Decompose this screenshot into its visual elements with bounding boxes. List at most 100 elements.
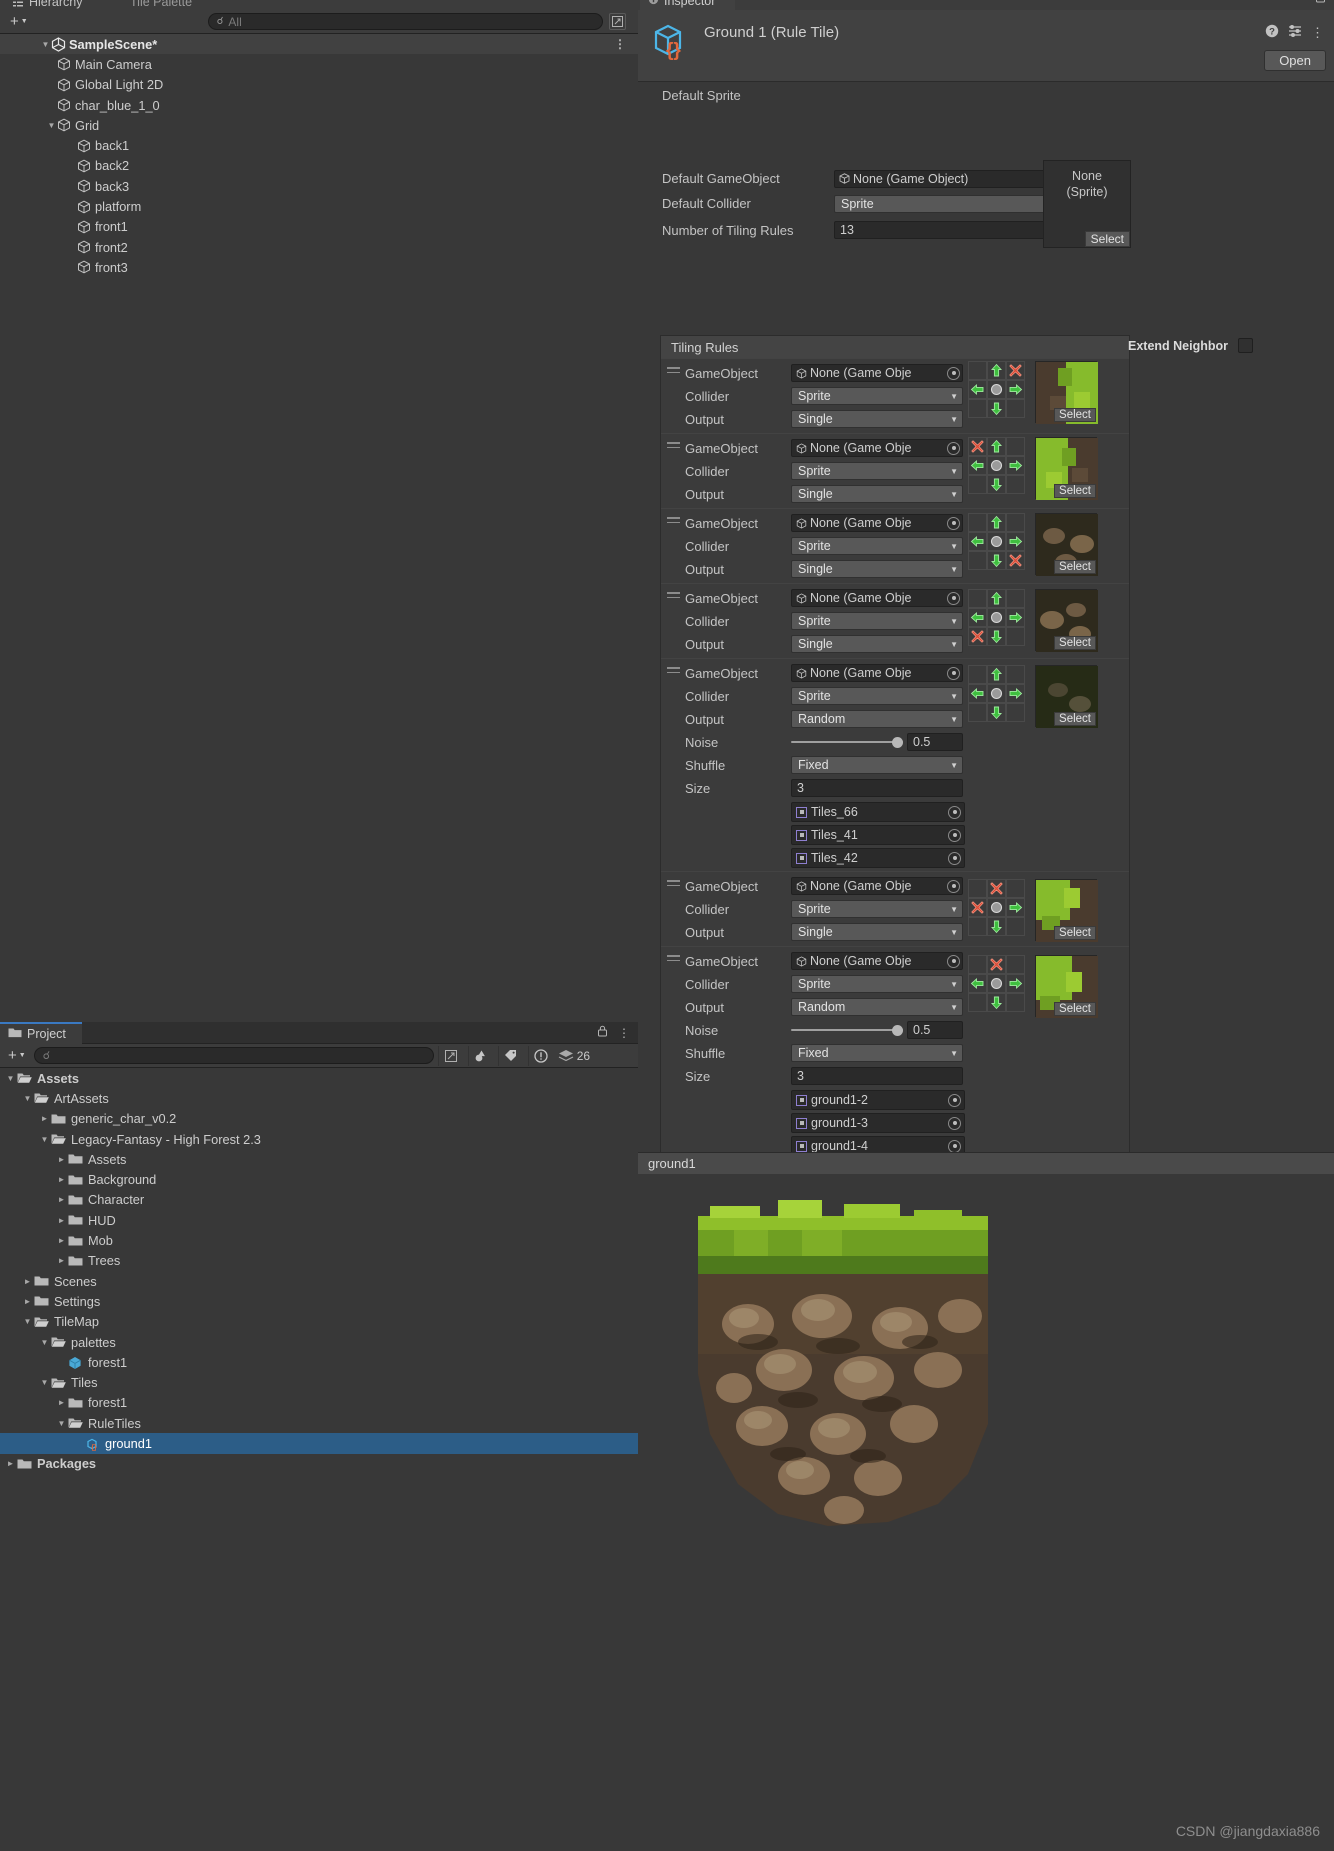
neighbor-empty-cell[interactable] [1006,589,1025,608]
rule-sprite-select-button[interactable]: Select [1054,1002,1096,1016]
twisty-icon[interactable]: ▼ [4,1074,17,1083]
twisty-icon[interactable]: ▼ [38,1378,51,1387]
drag-handle-icon[interactable] [667,367,680,375]
project-item-scenes[interactable]: ► Scenes [0,1271,638,1291]
project-item-settings[interactable]: ► Settings [0,1291,638,1311]
project-item-forest1[interactable]: ► forest1 [0,1352,638,1372]
rule-sprite-thumbnail[interactable]: Select [1035,361,1098,424]
rule-sprite-thumbnail[interactable]: Select [1035,879,1098,942]
neighbor-down-arrow-icon[interactable] [987,917,1006,936]
object-picker-icon[interactable] [947,366,960,380]
preset-icon[interactable] [1288,24,1302,41]
default-sprite-select-button[interactable]: Select [1084,231,1130,247]
rule-sprite-thumbnail[interactable]: Select [1035,513,1098,576]
project-filter-label-button[interactable] [497,1045,524,1066]
inspector-lock-icon[interactable] [1315,0,1326,6]
drag-handle-icon[interactable] [667,667,680,675]
project-item-assets[interactable]: ▼ Assets [0,1068,638,1088]
neighbor-ignore-x-icon[interactable] [968,898,987,917]
rule-sprite-field[interactable]: ground1-2 [791,1090,965,1110]
kebab-menu-icon[interactable]: ⋮ [614,37,626,51]
project-item-ground1[interactable]: ► {} ground1 [0,1433,638,1454]
rule-noise-value-input[interactable]: 0.5 [907,733,963,751]
twisty-icon[interactable]: ▼ [21,1094,34,1103]
neighbor-down-arrow-icon[interactable] [987,551,1006,570]
rule-collider-dropdown[interactable]: Sprite ▼ [791,612,963,630]
twisty-icon[interactable]: ► [55,1398,68,1407]
rule-gameobject-field[interactable]: None (Game Obje [791,664,963,682]
rule-gameobject-field[interactable]: None (Game Obje [791,439,963,457]
hierarchy-item-back3[interactable]: ► back3 [0,176,638,196]
neighbor-empty-cell[interactable] [968,665,987,684]
neighbor-up-arrow-icon[interactable] [987,589,1006,608]
rule-sprite-select-button[interactable]: Select [1054,926,1096,940]
twisty-icon[interactable]: ► [55,1155,68,1164]
rule-neighbor-grid[interactable] [968,513,1025,570]
hierarchy-add-button[interactable]: + ▼ [6,13,32,30]
hierarchy-item-back1[interactable]: ► back1 [0,135,638,155]
rule-collider-dropdown[interactable]: Sprite ▼ [791,387,963,405]
hierarchy-item-front3[interactable]: ► front3 [0,257,638,277]
rule-sprite-select-button[interactable]: Select [1054,636,1096,650]
neighbor-up-arrow-icon[interactable] [987,665,1006,684]
rule-output-dropdown[interactable]: Single ▼ [791,635,963,653]
neighbor-ignore-x-icon[interactable] [968,437,987,456]
neighbor-ignore-x-icon[interactable] [968,627,987,646]
neighbor-up-arrow-icon[interactable] [987,437,1006,456]
object-picker-icon[interactable] [948,828,961,842]
project-item-character[interactable]: ► Character [0,1190,638,1210]
rule-collider-dropdown[interactable]: Sprite ▼ [791,687,963,705]
neighbor-right-arrow-icon[interactable] [1006,532,1025,551]
rule-noise-value-input[interactable]: 0.5 [907,1021,963,1039]
neighbor-self-icon[interactable] [987,684,1006,703]
rule-shuffle-dropdown[interactable]: Fixed ▼ [791,756,963,774]
rule-size-input[interactable]: 3 [791,779,963,797]
neighbor-empty-cell[interactable] [968,513,987,532]
rule-sprite-field[interactable]: Tiles_41 [791,825,965,845]
rule-collider-dropdown[interactable]: Sprite ▼ [791,462,963,480]
rule-sprite-field[interactable]: Tiles_42 [791,848,965,868]
project-error-filter-button[interactable] [527,1045,554,1066]
project-item-palettes[interactable]: ▼ palettes [0,1332,638,1352]
twisty-icon[interactable]: ► [55,1195,68,1204]
rule-neighbor-grid[interactable] [968,955,1025,1012]
neighbor-self-icon[interactable] [987,532,1006,551]
tab-hierarchy[interactable]: Hierarchy [2,0,97,12]
rule-sprite-thumbnail[interactable]: Select [1035,955,1098,1018]
neighbor-left-arrow-icon[interactable] [968,380,987,399]
object-picker-icon[interactable] [948,1093,961,1107]
rule-size-input[interactable]: 3 [791,1067,963,1085]
neighbor-down-arrow-icon[interactable] [987,475,1006,494]
rule-sprite-field[interactable]: Tiles_66 [791,802,965,822]
neighbor-right-arrow-icon[interactable] [1006,684,1025,703]
rule-output-dropdown[interactable]: Random ▼ [791,998,963,1016]
twisty-icon[interactable]: ► [55,1216,68,1225]
neighbor-down-arrow-icon[interactable] [987,399,1006,418]
twisty-icon[interactable]: ▼ [38,1338,51,1347]
drag-handle-icon[interactable] [667,517,680,525]
hierarchy-item-platform[interactable]: ► platform [0,196,638,216]
rule-output-dropdown[interactable]: Single ▼ [791,410,963,428]
neighbor-left-arrow-icon[interactable] [968,456,987,475]
neighbor-left-arrow-icon[interactable] [968,974,987,993]
neighbor-right-arrow-icon[interactable] [1006,608,1025,627]
project-item-hud[interactable]: ► HUD [0,1210,638,1230]
project-item-generic-char-v0-2[interactable]: ► generic_char_v0.2 [0,1109,638,1129]
neighbor-ignore-x-icon[interactable] [987,879,1006,898]
neighbor-empty-cell[interactable] [968,361,987,380]
object-picker-icon[interactable] [947,591,960,605]
neighbor-empty-cell[interactable] [1006,993,1025,1012]
open-button[interactable]: Open [1264,50,1326,71]
neighbor-empty-cell[interactable] [1006,917,1025,936]
rule-sprite-thumbnail[interactable]: Select [1035,665,1098,728]
rule-neighbor-grid[interactable] [968,589,1025,646]
kebab-menu-icon[interactable]: ⋮ [1311,25,1324,41]
neighbor-empty-cell[interactable] [1006,703,1025,722]
rule-gameobject-field[interactable]: None (Game Obje [791,514,963,532]
neighbor-self-icon[interactable] [987,456,1006,475]
twisty-icon[interactable]: ► [21,1277,34,1286]
hierarchy-tree[interactable]: ▼ SampleScene* ⋮ ► Main Camera ► Global … [0,34,638,278]
twisty-icon[interactable]: ► [38,1114,51,1123]
project-item-trees[interactable]: ► Trees [0,1251,638,1271]
object-picker-icon[interactable] [948,1139,961,1153]
